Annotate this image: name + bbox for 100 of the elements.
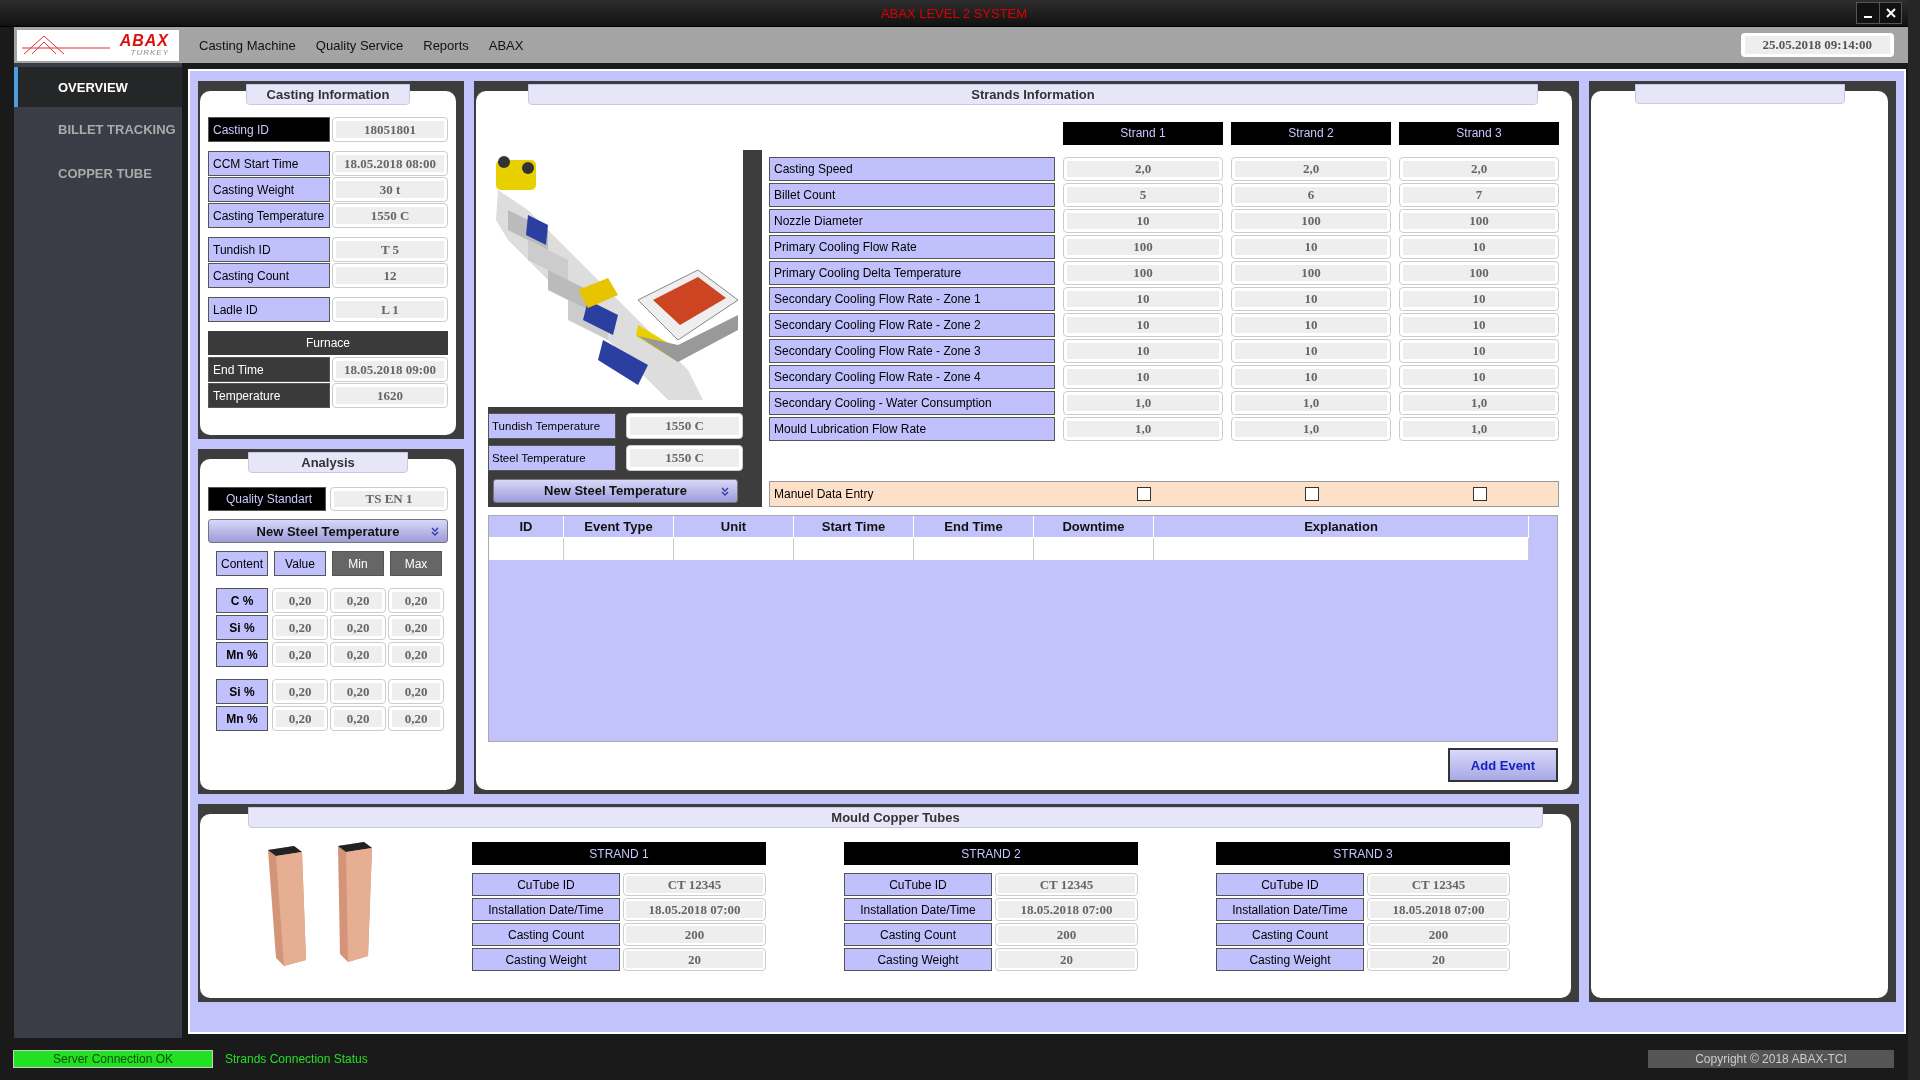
close-icon [1885, 8, 1896, 18]
dropdown-button[interactable]: New Steel Temperature [493, 478, 738, 503]
value-field: 10 [1231, 338, 1391, 363]
value-field: 10 [1063, 364, 1223, 389]
column-header: Value [274, 551, 326, 576]
value-field: 1,0 [1063, 416, 1223, 441]
row-label: Primary Cooling Delta Temperature [769, 260, 1055, 285]
value-field: 20 [1367, 948, 1510, 971]
row-label: Mn % [216, 642, 268, 667]
field-label: Casting Count [844, 923, 992, 946]
value-field: 10 [1231, 234, 1391, 259]
field-label: CuTube ID [472, 873, 620, 896]
value-field: 0,20 [388, 679, 444, 704]
value-field: 30 t [332, 177, 448, 202]
value-field: 10 [1063, 338, 1223, 363]
add-event-button[interactable]: Add Event [1448, 748, 1558, 782]
value-field: 0,20 [330, 642, 386, 667]
field-label: Casting Count [208, 263, 330, 288]
field-label: Manuel Data Entry [773, 486, 875, 501]
field-label: Casting Temperature [208, 203, 330, 228]
value-field: 10 [1399, 338, 1559, 363]
close-button[interactable] [1879, 3, 1901, 23]
value-field: 20 [995, 948, 1138, 971]
minimize-button[interactable] [1857, 3, 1879, 23]
checkbox[interactable] [1305, 486, 1319, 501]
value-field: 1,0 [1399, 416, 1559, 441]
menu-item[interactable]: ABAX [488, 37, 524, 53]
value-field: 2,0 [1231, 156, 1391, 181]
value-field: 100 [1231, 260, 1391, 285]
field-label: Casting Weight [208, 177, 330, 202]
field-label: Casting ID [208, 117, 330, 142]
sidebar-item[interactable]: OVERVIEW [14, 67, 182, 107]
sidebar-item[interactable]: COPPER TUBE [14, 151, 182, 195]
field-label: Installation Date/Time [472, 898, 620, 921]
menu-item[interactable]: Casting Machine [199, 37, 296, 53]
value-field: 2,0 [1063, 156, 1223, 181]
logo-subtitle: TURKEY [130, 49, 169, 57]
row-label: Casting Speed [769, 156, 1055, 181]
value-field: 0,20 [330, 679, 386, 704]
value-field: 100 [1399, 208, 1559, 233]
row-label: Si % [216, 679, 268, 704]
row-label: Mn % [216, 706, 268, 731]
value-field: 10 [1063, 208, 1223, 233]
value-field: 18.05.2018 09:00 [332, 357, 448, 382]
field-label: Casting Count [1216, 923, 1364, 946]
value-field: 0,20 [330, 615, 386, 640]
column-header: Max [390, 551, 442, 576]
value-field: 0,20 [272, 679, 328, 704]
value-field: 5 [1063, 182, 1223, 207]
field-label: Temperature [208, 383, 330, 408]
value-field: 100 [1063, 234, 1223, 259]
column-header: Downtime [1034, 515, 1154, 538]
checkbox[interactable] [1137, 486, 1151, 501]
value-field: 100 [1399, 260, 1559, 285]
field-label: Tundish Temperature [488, 412, 616, 439]
value-field: 0,20 [272, 588, 328, 613]
column-header: Strand 3 [1399, 121, 1559, 145]
value-field: 1,0 [1231, 390, 1391, 415]
value-field: 200 [1367, 923, 1510, 946]
value-field: 10 [1063, 286, 1223, 311]
row-label: C % [216, 588, 268, 613]
value-field: 0,20 [330, 588, 386, 613]
column-header: Start Time [794, 515, 914, 538]
column-header: ID [489, 515, 564, 538]
checkbox[interactable] [1473, 486, 1487, 501]
value-field: 1550 C [332, 203, 448, 228]
value-field: 10 [1231, 286, 1391, 311]
value-field: 10 [1399, 364, 1559, 389]
field-label: Casting Weight [844, 948, 992, 971]
field-label: Quality Standart [208, 487, 326, 511]
sidebar-item[interactable]: BILLET TRACKING [14, 107, 182, 151]
panel-title: Mould Copper Tubes [248, 807, 1543, 828]
dropdown-button[interactable]: New Steel Temperature [208, 519, 448, 543]
section-header: Furnace [208, 331, 448, 355]
value-field: 10 [1063, 312, 1223, 337]
logo-mark-icon [22, 33, 112, 56]
value-field: 10 [1399, 312, 1559, 337]
value-field: L 1 [332, 297, 448, 322]
value-field: CT 12345 [1367, 873, 1510, 896]
value-field: 2,0 [1399, 156, 1559, 181]
value-field: 0,20 [330, 706, 386, 731]
column-header: Strand 1 [1063, 121, 1223, 145]
value-field: 200 [995, 923, 1138, 946]
field-label: Installation Date/Time [1216, 898, 1364, 921]
value-field: 6 [1231, 182, 1391, 207]
datetime-field: 25.05.2018 09:14:00 [1740, 33, 1894, 57]
field-label: Casting Weight [1216, 948, 1364, 971]
menu-item[interactable]: Reports [423, 37, 469, 53]
column-header: Strand 2 [1231, 121, 1391, 145]
value-field: CT 12345 [995, 873, 1138, 896]
minimize-icon [1864, 16, 1872, 18]
panel-title: Analysis [248, 452, 408, 473]
value-field: 18051801 [332, 117, 448, 142]
column-header: Explanation [1154, 515, 1529, 538]
column-header: End Time [914, 515, 1034, 538]
value-field: 0,20 [272, 706, 328, 731]
value-field: 12 [332, 263, 448, 288]
menu-item[interactable]: Quality Service [315, 37, 404, 53]
copyright-text: Copyright © 2018 ABAX-TCI [1648, 1050, 1894, 1068]
section-header: STRAND 3 [1216, 842, 1510, 865]
